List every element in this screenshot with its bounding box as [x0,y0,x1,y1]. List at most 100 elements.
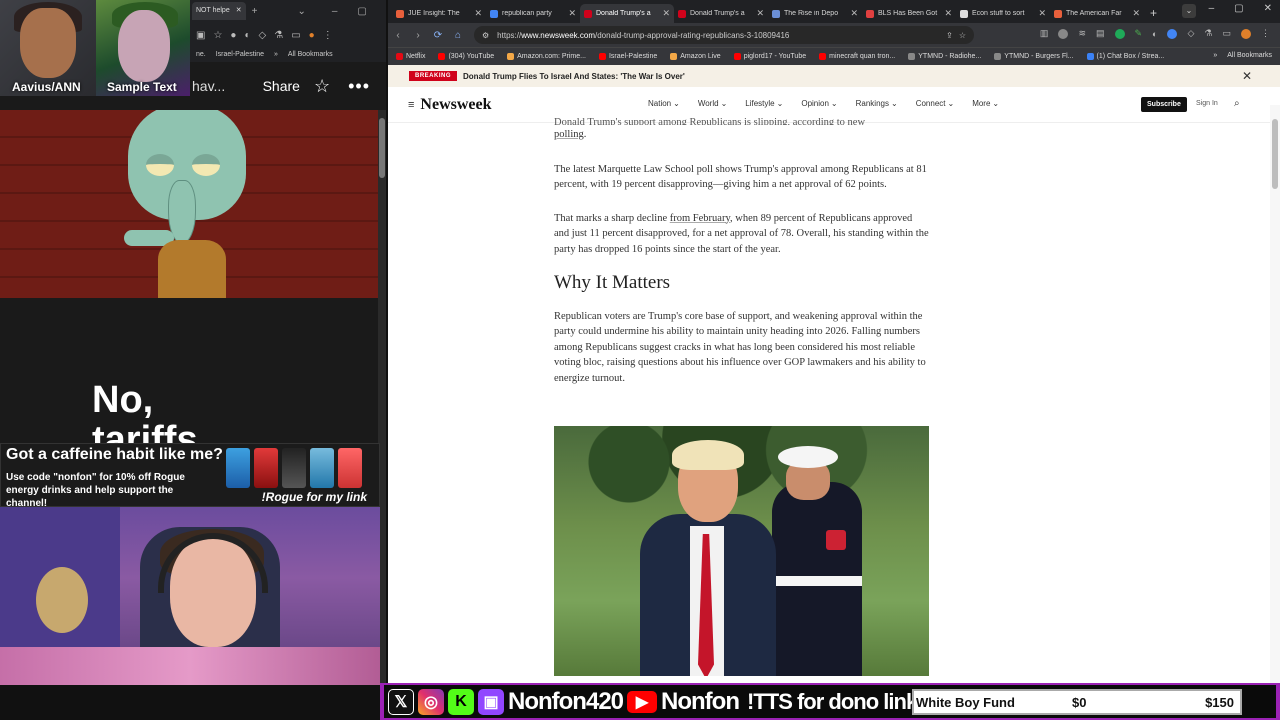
bookmark[interactable]: Amazon.com: Prime... [507,53,586,60]
breaking-banner[interactable]: BREAKING Donald Trump Flies To Israel An… [388,65,1280,87]
close-icon[interactable]: ✕ [944,8,952,19]
sidebar-icon[interactable]: ▭ [1222,28,1231,39]
reader-icon[interactable]: ▤ [1096,28,1105,39]
hamburger-icon[interactable]: ≡ [408,99,414,111]
subscribe-button[interactable]: Subscribe [1141,97,1187,112]
page-scrollbar[interactable] [1270,105,1280,685]
extension-icon[interactable]: ◐ [244,30,250,41]
tab-search-icon[interactable]: ⌄ [297,6,305,17]
nav-item[interactable]: Lifestyle ⌄ [745,99,783,108]
close-icon[interactable]: ✕ [662,8,670,19]
bookmark[interactable]: ne. [196,51,206,58]
browser-tab[interactable]: republican party ✕ [486,4,580,23]
forward-icon[interactable]: › [408,30,428,41]
extension-icon[interactable]: ≋ [1078,28,1086,39]
browser-tab[interactable]: BLS Has Been Got ✕ [862,4,956,23]
new-tab-icon[interactable]: + [252,6,258,17]
address-bar[interactable]: ⚙ https://www.newsweek.com/donald-trump-… [474,26,974,44]
bookmark[interactable]: Netflix [396,53,425,60]
site-logo[interactable]: Newsweek [420,96,491,114]
close-window-icon[interactable]: ✕ [1264,3,1272,14]
polling-link[interactable]: polling [554,129,584,140]
home-icon[interactable]: ⌂ [448,30,468,41]
nav-item[interactable]: Rankings ⌄ [856,99,898,108]
browser-tab[interactable]: Donald Trump's a ✕ [674,4,768,23]
nav-item[interactable]: World ⌄ [698,99,727,108]
bookmark[interactable]: Amazon Live [670,53,721,60]
minimize-icon[interactable]: – [332,6,338,17]
bookmark[interactable]: Israel-Palestine [216,51,264,58]
close-icon[interactable]: ✕ [850,8,858,19]
article-photo[interactable] [554,426,929,676]
trash-icon[interactable]: ▥ [1040,28,1049,39]
bookmark-star-icon[interactable]: ☆ [213,30,222,41]
back-icon[interactable]: ‹ [388,30,408,41]
reload-icon[interactable]: ⟳ [428,30,448,41]
browser-tab[interactable]: Econ stuff to sort ✕ [956,4,1050,23]
scrollbar-thumb[interactable] [1272,119,1278,189]
profile-icon[interactable]: ● [309,30,315,41]
bookmark[interactable]: piglord17 - YouTube [733,53,806,60]
extension-icon[interactable] [1167,28,1178,39]
bookmark-star-icon[interactable]: ☆ [959,31,966,40]
close-icon[interactable]: ✕ [1132,8,1140,19]
nav-item[interactable]: Nation ⌄ [648,99,680,108]
nav-item[interactable]: More ⌄ [972,99,999,108]
browser-tab[interactable]: The Rise in Depo ✕ [768,4,862,23]
close-icon[interactable]: ✕ [474,8,482,19]
bookmark[interactable]: (1) Chat Box / Strea... [1086,53,1164,60]
browser-tab[interactable]: JUE Insight: The ✕ [392,4,486,23]
maximize-icon[interactable]: ▢ [357,6,366,17]
breaking-badge: BREAKING [409,71,458,81]
close-icon[interactable]: ✕ [1242,69,1252,83]
bookmark[interactable]: All Bookmarks [288,51,333,58]
bookmark[interactable]: (304) YouTube [438,53,494,60]
extension-icon[interactable] [1114,28,1125,39]
extensions-icon[interactable]: ▣ [196,30,205,41]
nav-item[interactable]: Opinion ⌄ [801,99,837,108]
profile-icon[interactable] [1241,28,1251,39]
all-bookmarks[interactable]: All Bookmarks [1227,52,1272,59]
left-tab[interactable]: NOT helpe ✕ [192,2,246,20]
menu-icon[interactable]: ⋮ [323,30,333,41]
chevron-right-icon[interactable]: » [274,51,278,58]
site-info-icon[interactable]: ⚙ [482,31,489,40]
tab-search-icon[interactable]: ⌄ [1182,4,1196,18]
extension-icon[interactable]: ◐ [1152,29,1157,39]
nav-item[interactable]: Connect ⌄ [916,99,955,108]
extension-icon[interactable]: ● [230,30,236,41]
puzzle-icon[interactable]: ◇ [259,30,267,41]
bookmark[interactable]: Israel-Palestine [598,53,657,60]
maximize-icon[interactable]: ▢ [1234,3,1243,14]
bookmark[interactable]: YTMND - Radiohe... [908,53,981,60]
breaking-headline[interactable]: Donald Trump Flies To Israel And States:… [463,72,685,81]
close-icon[interactable]: ✕ [236,2,242,20]
close-icon[interactable]: ✕ [1038,8,1046,19]
close-icon[interactable]: ✕ [756,8,764,19]
share-button[interactable]: Share [263,78,300,94]
browser-tab[interactable]: Donald Trump's a ✕ [580,4,674,23]
scrollbar-thumb[interactable] [379,118,385,178]
minimize-icon[interactable]: – [1209,3,1215,14]
chevron-down-icon: ⌄ [992,99,1000,108]
puzzle-icon[interactable]: ◇ [1187,28,1194,39]
flask-icon[interactable]: ⚗ [1204,28,1212,39]
more-options-icon[interactable]: ••• [348,76,370,97]
sidebar-icon[interactable]: ▭ [291,30,300,41]
star-icon[interactable]: ☆ [314,76,330,97]
menu-icon[interactable]: ⋮ [1261,28,1270,39]
extension-icon[interactable] [1058,28,1069,39]
flask-icon[interactable]: ⚗ [274,30,283,41]
close-icon[interactable]: ✕ [568,8,576,19]
pen-icon[interactable]: ✎ [1135,28,1143,39]
search-icon[interactable]: ⌕ [1234,98,1240,109]
bookmark[interactable]: minecraft quan tron... [819,53,895,60]
browser-tab[interactable]: The American Far ✕ [1050,4,1144,23]
share-icon[interactable]: ⇪ [946,31,953,40]
sign-in-link[interactable]: Sign In [1196,100,1218,107]
from-february-link[interactable]: from February [670,213,730,224]
bookmark[interactable]: YTMND - Burgers Fl... [994,53,1074,60]
caption-line: No, [92,379,154,421]
chevron-right-icon[interactable]: » [1213,52,1217,59]
new-tab-icon[interactable]: + [1150,6,1157,20]
